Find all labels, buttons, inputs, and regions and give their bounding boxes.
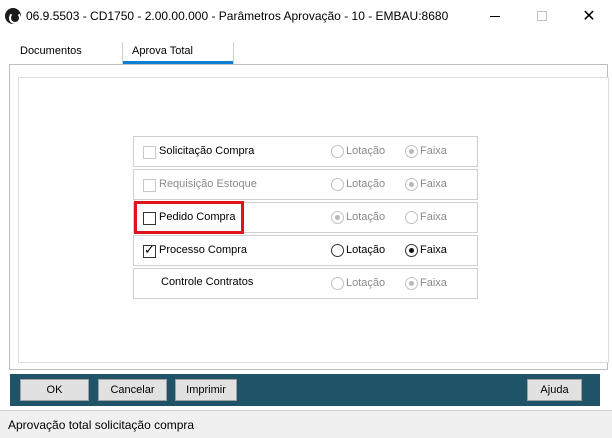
requisicao-estoque-lotacao-label: Lotação <box>346 178 386 190</box>
help-button[interactable]: Ajuda <box>527 379 582 401</box>
ok-button[interactable]: OK <box>20 379 89 401</box>
controle-contratos-lotacao-label: Lotação <box>346 277 386 289</box>
app-logo-icon <box>5 8 21 24</box>
processo-compra-label: Processo Compra <box>159 244 248 256</box>
pedido-compra-faixa-label: Faixa <box>420 211 447 223</box>
requisicao-estoque-lotacao-radio[interactable] <box>331 178 344 191</box>
pedido-compra-lotacao-radio[interactable] <box>331 211 344 224</box>
option-row-requisicao-estoque: Requisição Estoque Lotação Faixa <box>133 169 478 200</box>
solicitacao-compra-label: Solicitação Compra <box>159 145 255 157</box>
processo-compra-faixa-radio[interactable] <box>405 244 418 257</box>
cancel-button[interactable]: Cancelar <box>98 379 167 401</box>
option-row-solicitacao-compra: Solicitação Compra Lotação Faixa <box>133 136 478 167</box>
processo-compra-lotacao-label: Lotação <box>346 244 386 256</box>
maximize-icon <box>537 11 547 21</box>
print-button[interactable]: Imprimir <box>175 379 237 401</box>
tab-bar: Documentos Aprova Total <box>10 42 602 66</box>
minimize-button[interactable] <box>472 0 518 32</box>
tab-documentos[interactable]: Documentos <box>20 42 82 64</box>
option-row-pedido-compra: Pedido Compra Lotação Faixa <box>133 202 478 233</box>
processo-compra-checkbox[interactable] <box>143 243 156 258</box>
minimize-icon <box>490 15 500 17</box>
window-title: 06.9.5503 - CD1750 - 2.00.00.000 - Parâm… <box>26 9 449 23</box>
controle-contratos-faixa-radio[interactable] <box>405 277 418 290</box>
option-row-controle-contratos: Controle Contratos Lotação Faixa <box>133 268 478 299</box>
requisicao-estoque-label: Requisição Estoque <box>159 178 257 190</box>
requisicao-estoque-checkbox[interactable] <box>143 179 156 192</box>
controle-contratos-label: Controle Contratos <box>161 276 254 288</box>
solicitacao-compra-lotacao-radio[interactable] <box>331 145 344 158</box>
solicitacao-compra-checkbox[interactable] <box>143 146 156 159</box>
requisicao-estoque-faixa-radio[interactable] <box>405 178 418 191</box>
button-toolbar: OK Cancelar Imprimir Ajuda <box>10 374 600 406</box>
maximize-button[interactable] <box>519 0 565 32</box>
close-icon: ✕ <box>582 8 596 25</box>
solicitacao-compra-faixa-label: Faixa <box>420 145 447 157</box>
status-text: Aprovação total solicitação compra <box>8 418 195 432</box>
controle-contratos-faixa-label: Faixa <box>420 277 447 289</box>
processo-compra-faixa-label: Faixa <box>420 244 447 256</box>
controle-contratos-lotacao-radio[interactable] <box>331 277 344 290</box>
status-bar: Aprovação total solicitação compra <box>0 410 612 438</box>
pedido-compra-faixa-radio[interactable] <box>405 211 418 224</box>
close-button[interactable]: ✕ <box>566 0 612 32</box>
option-row-processo-compra: Processo Compra Lotação Faixa <box>133 235 478 266</box>
pedido-compra-checkbox[interactable] <box>143 212 156 225</box>
solicitacao-compra-faixa-radio[interactable] <box>405 145 418 158</box>
solicitacao-compra-lotacao-label: Lotação <box>346 145 386 157</box>
pedido-compra-lotacao-label: Lotação <box>346 211 386 223</box>
requisicao-estoque-faixa-label: Faixa <box>420 178 447 190</box>
title-bar: 06.9.5503 - CD1750 - 2.00.00.000 - Parâm… <box>0 0 612 32</box>
processo-compra-lotacao-radio[interactable] <box>331 244 344 257</box>
pedido-compra-label: Pedido Compra <box>159 211 236 223</box>
